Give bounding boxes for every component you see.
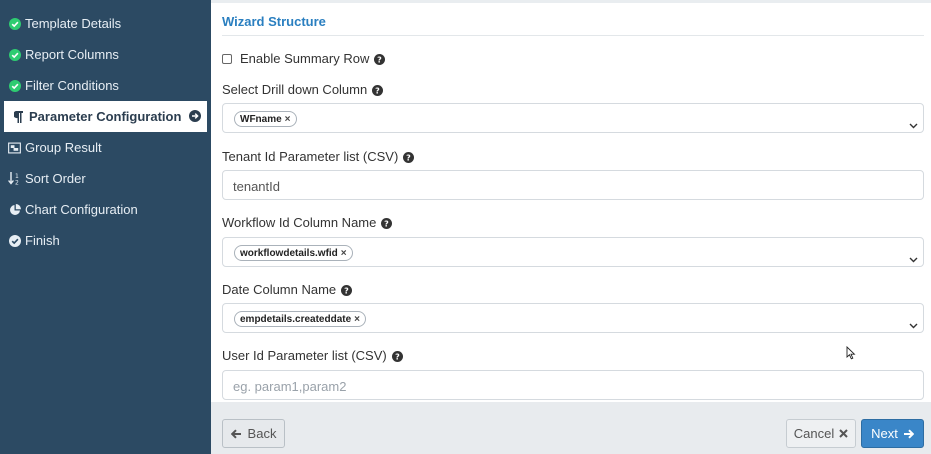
sidebar-item-group-result[interactable]: Group Result bbox=[0, 132, 211, 163]
chevron-down-icon[interactable] bbox=[909, 116, 918, 129]
arrow-circle-right-icon bbox=[189, 110, 201, 122]
summary-row-label: Enable Summary Row bbox=[240, 51, 370, 66]
sidebar-item-chart-configuration[interactable]: Chart Configuration bbox=[0, 194, 211, 225]
workflow-select[interactable]: workflowdetails.wfid × bbox=[222, 237, 924, 267]
check-circle-icon bbox=[8, 17, 21, 30]
sidebar-item-label: Filter Conditions bbox=[25, 78, 119, 93]
summary-row-option: Enable Summary Row ? bbox=[222, 51, 386, 66]
help-icon[interactable]: ? bbox=[381, 217, 393, 229]
sidebar-item-report-columns[interactable]: Report Columns bbox=[0, 39, 211, 70]
arrow-left-icon bbox=[230, 428, 241, 439]
check-circle-icon bbox=[8, 79, 21, 92]
user-id-label-row: User Id Parameter list (CSV) ? bbox=[222, 348, 403, 363]
chevron-down-icon[interactable] bbox=[909, 250, 918, 263]
summary-row-checkbox[interactable] bbox=[222, 53, 232, 64]
drilldown-label: Select Drill down Column bbox=[222, 82, 368, 97]
drilldown-label-row: Select Drill down Column ? bbox=[222, 82, 384, 97]
date-column-label-row: Date Column Name ? bbox=[222, 282, 353, 297]
chevron-down-icon[interactable] bbox=[909, 316, 918, 329]
svg-text:?: ? bbox=[378, 55, 383, 64]
drilldown-select[interactable]: WFname × bbox=[222, 103, 924, 133]
close-icon bbox=[839, 429, 848, 438]
help-icon[interactable]: ? bbox=[341, 284, 353, 296]
sidebar-item-label: Parameter Configuration bbox=[29, 109, 182, 124]
cancel-button-label: Cancel bbox=[793, 426, 835, 441]
help-icon[interactable]: ? bbox=[391, 350, 403, 362]
sidebar-item-parameter-configuration[interactable]: Parameter Configuration bbox=[4, 101, 207, 132]
svg-text:?: ? bbox=[406, 153, 411, 162]
tenant-label: Tenant Id Parameter list (CSV) bbox=[222, 149, 399, 164]
sidebar-item-finish[interactable]: Finish bbox=[0, 225, 211, 256]
help-icon[interactable]: ? bbox=[374, 53, 386, 65]
user-id-input[interactable]: eg. param1,param2 bbox=[222, 370, 924, 400]
chip-label: WFname bbox=[240, 113, 282, 125]
cancel-button[interactable]: Cancel bbox=[786, 419, 856, 448]
next-button-label: Next bbox=[871, 426, 898, 441]
remove-chip-icon[interactable]: × bbox=[354, 314, 360, 325]
chip-label: empdetails.createddate bbox=[240, 313, 352, 325]
title-divider bbox=[222, 35, 924, 36]
help-icon[interactable]: ? bbox=[403, 151, 415, 163]
back-button-label: Back bbox=[247, 426, 277, 441]
object-group-icon bbox=[8, 141, 21, 154]
next-button[interactable]: Next bbox=[861, 419, 924, 448]
tenant-input-value: tenantId bbox=[233, 179, 280, 194]
remove-chip-icon[interactable]: × bbox=[285, 114, 291, 125]
user-id-label: User Id Parameter list (CSV) bbox=[222, 348, 387, 363]
svg-text:?: ? bbox=[385, 219, 390, 228]
selected-chip[interactable]: WFname × bbox=[234, 111, 297, 127]
sidebar-item-label: Report Columns bbox=[25, 47, 119, 62]
svg-text:?: ? bbox=[375, 86, 380, 95]
date-column-select[interactable]: empdetails.createddate × bbox=[222, 303, 924, 333]
workflow-label-row: Workflow Id Column Name ? bbox=[222, 215, 393, 230]
tenant-label-row: Tenant Id Parameter list (CSV) ? bbox=[222, 149, 415, 164]
mouse-cursor-icon bbox=[846, 346, 856, 360]
svg-text:?: ? bbox=[344, 286, 349, 295]
sidebar-item-template-details[interactable]: Template Details bbox=[0, 8, 211, 39]
sort-numeric-icon: 12 bbox=[8, 172, 21, 185]
sidebar-item-sort-order[interactable]: 12 Sort Order bbox=[0, 163, 211, 194]
user-id-placeholder: eg. param1,param2 bbox=[233, 379, 347, 394]
pie-chart-icon bbox=[8, 203, 21, 216]
tenant-input[interactable]: tenantId bbox=[222, 170, 924, 200]
selected-chip[interactable]: empdetails.createddate × bbox=[234, 311, 367, 327]
wizard-title: Wizard Structure bbox=[222, 14, 326, 29]
sidebar-item-filter-conditions[interactable]: Filter Conditions bbox=[0, 70, 211, 101]
top-divider bbox=[211, 0, 931, 3]
sidebar-item-label: Sort Order bbox=[25, 171, 86, 186]
arrow-right-icon bbox=[903, 428, 914, 439]
sidebar-item-label: Template Details bbox=[25, 16, 122, 31]
remove-chip-icon[interactable]: × bbox=[341, 248, 347, 259]
svg-text:2: 2 bbox=[15, 180, 19, 186]
chip-label: workflowdetails.wfid bbox=[240, 247, 338, 259]
check-circle-icon bbox=[8, 234, 21, 247]
svg-text:?: ? bbox=[395, 352, 400, 361]
paragraph-icon bbox=[12, 110, 25, 123]
sidebar-item-label: Group Result bbox=[25, 140, 102, 155]
sidebar-item-label: Chart Configuration bbox=[25, 202, 138, 217]
back-button[interactable]: Back bbox=[222, 419, 285, 448]
selected-chip[interactable]: workflowdetails.wfid × bbox=[234, 245, 353, 261]
help-icon[interactable]: ? bbox=[372, 84, 384, 96]
check-circle-icon bbox=[8, 48, 21, 61]
workflow-label: Workflow Id Column Name bbox=[222, 215, 377, 230]
sidebar-item-label: Finish bbox=[25, 233, 60, 248]
date-column-label: Date Column Name bbox=[222, 282, 337, 297]
